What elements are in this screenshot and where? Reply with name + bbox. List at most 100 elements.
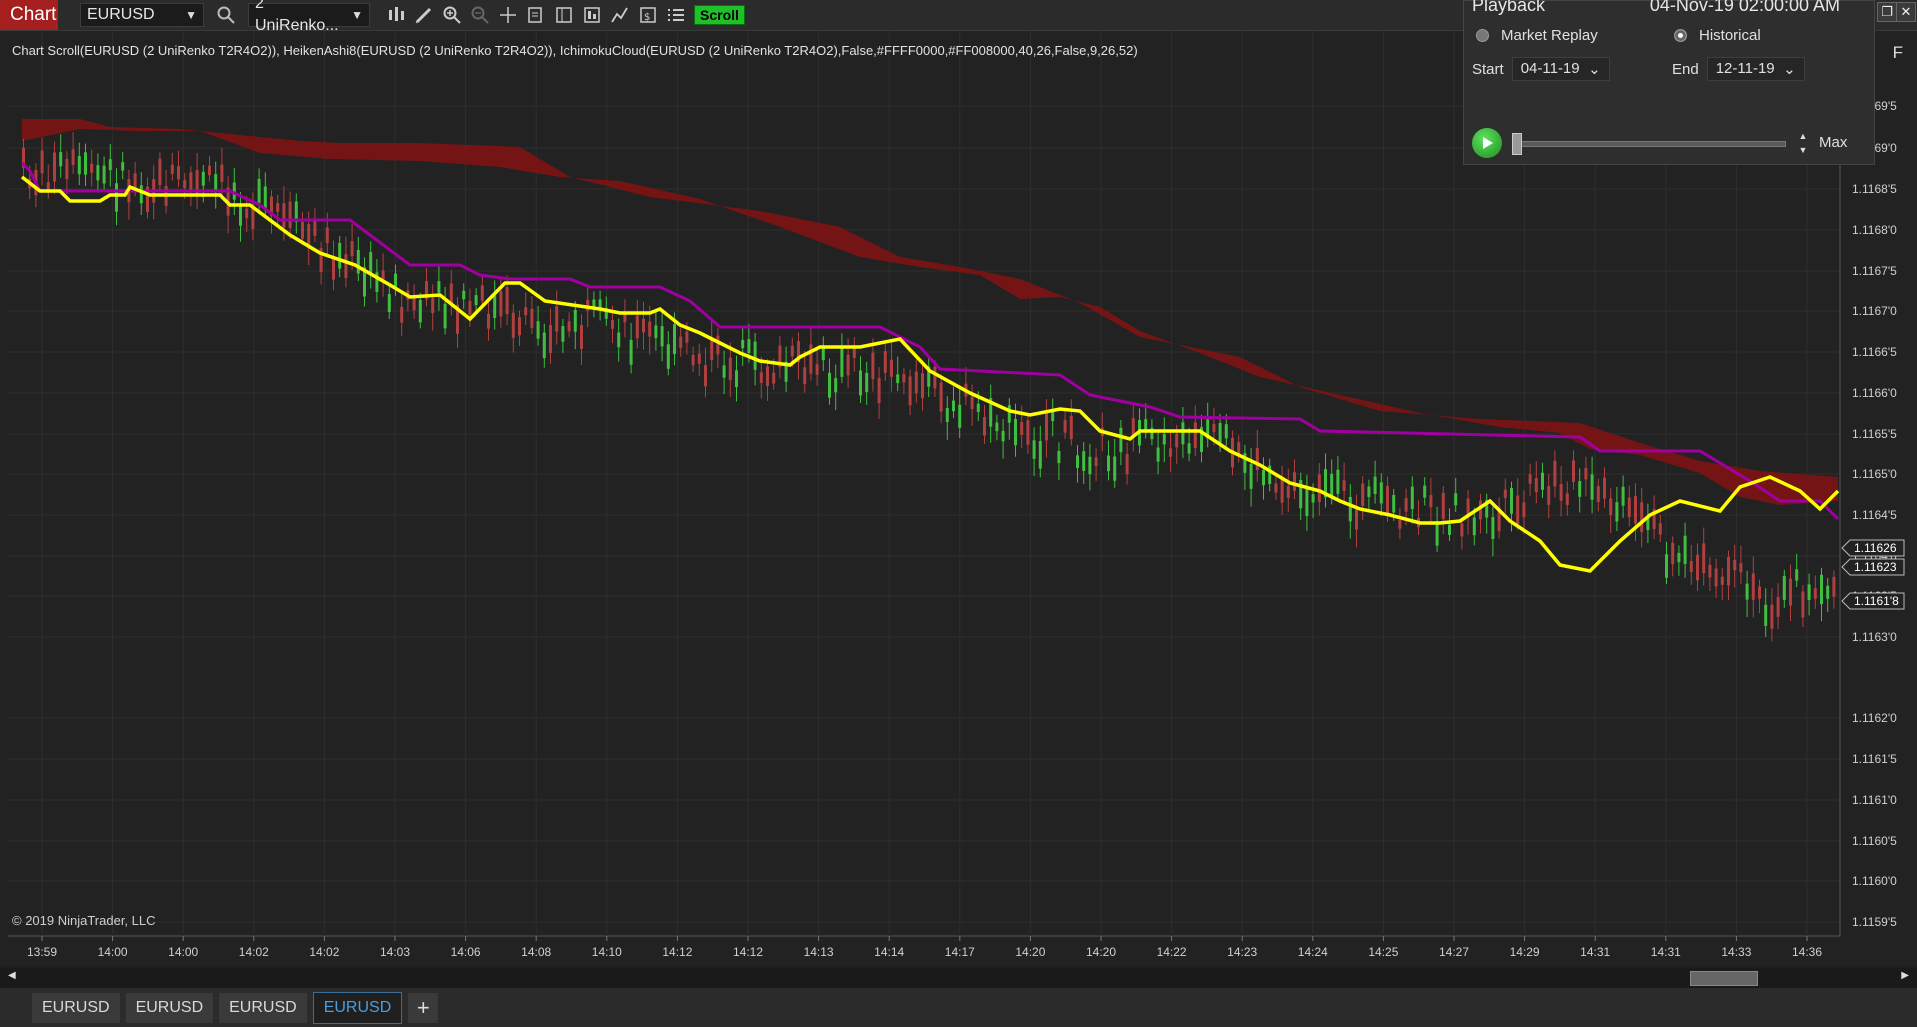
tab-eurusd-2[interactable]: EURUSD (125, 992, 214, 1023)
close-window-icon[interactable]: ✕ (1896, 2, 1916, 22)
candle-body-down (1572, 460, 1575, 482)
candle-body-up (84, 152, 87, 175)
candle-body-down (1720, 576, 1724, 585)
properties-icon[interactable] (526, 5, 546, 25)
start-date-field: Start 04-11-19 ⌄ (1472, 57, 1610, 81)
scroll-thumb[interactable] (1690, 971, 1758, 986)
candle-body-down (1175, 433, 1179, 448)
candle-body-down (518, 317, 521, 336)
market-replay-radio[interactable]: Market Replay (1476, 27, 1598, 44)
candle-body-up (257, 178, 261, 203)
chart-window-label: Chart (0, 0, 58, 30)
candle-body-down (685, 331, 689, 343)
candle-body-down (1702, 543, 1706, 574)
scroll-right-icon[interactable]: ▶ (1901, 970, 1909, 981)
end-date-value: 12-11-19 (1715, 60, 1775, 77)
chevron-up-icon[interactable]: ▲ (1797, 129, 1809, 143)
add-tab-button[interactable]: + (408, 992, 439, 1023)
candle-body-down (1274, 483, 1278, 493)
historical-radio[interactable]: Historical (1674, 27, 1761, 44)
candle-body-up (77, 155, 81, 175)
zoom-in-icon[interactable] (442, 5, 462, 25)
search-icon[interactable] (216, 5, 236, 25)
restore-window-icon[interactable]: ❐ (1877, 2, 1897, 22)
drawing-tools-icon[interactable] (414, 5, 434, 25)
chevron-down-icon[interactable]: ▼ (1797, 143, 1809, 157)
templates-icon[interactable]: $ (638, 5, 658, 25)
chart-panel[interactable]: 1.1169'51.1169'01.1168'51.1168'01.1167'5… (0, 31, 1917, 966)
candle-body-down (1813, 588, 1817, 599)
candle-body-down (1404, 498, 1408, 512)
candle-body-down (1801, 591, 1805, 618)
candle-body-down (1528, 474, 1532, 484)
playback-speed-thumb[interactable] (1512, 133, 1522, 155)
data-series-icon[interactable] (554, 5, 574, 25)
candle-body-up (1392, 494, 1396, 513)
play-button[interactable] (1472, 128, 1502, 158)
candle-body-down (1293, 472, 1296, 491)
candle-body-down (1658, 523, 1662, 535)
scroll-button[interactable]: Scroll (694, 5, 745, 25)
candle-body-down (1584, 467, 1588, 480)
price-tag-label: 1.1161'8 (1854, 594, 1899, 608)
candle-body-down (580, 325, 583, 349)
price-tick-label: 1.1166'0 (1852, 386, 1897, 400)
candle-body-down (1640, 502, 1644, 533)
candle-body-up (1107, 455, 1110, 472)
candle-body-down (1131, 418, 1135, 436)
candle-body-down (1361, 483, 1365, 506)
speed-spinner[interactable]: ▲ ▼ (1797, 129, 1809, 157)
candle-body-down (1733, 559, 1737, 571)
horizontal-scrollbar[interactable]: ◀ ▶ (0, 968, 1917, 988)
candle-body-up (59, 152, 63, 167)
tab-eurusd-4[interactable]: EURUSD (312, 991, 403, 1024)
candle-body-down (1559, 484, 1563, 501)
chart-style-icon[interactable] (386, 5, 406, 25)
chevron-down-icon: ⌄ (1588, 61, 1601, 78)
tab-eurusd-1[interactable]: EURUSD (32, 992, 120, 1023)
candle-body-down (1789, 578, 1792, 606)
bar-type-selector[interactable]: 2 UniRenko... ▼ (248, 0, 370, 34)
price-tick-label: 1.1166'5 (1852, 345, 1897, 359)
indicators-icon[interactable] (610, 5, 630, 25)
time-tick-label: 14:00 (168, 945, 198, 959)
candle-body-down (803, 367, 807, 385)
candle-body-up (1448, 524, 1451, 535)
candle-body-up (1119, 427, 1123, 453)
price-tick-label: 1.1164'5 (1852, 508, 1897, 522)
time-tick-label: 14:25 (1368, 945, 1398, 959)
start-date-value: 04-11-19 (1520, 60, 1580, 77)
price-tick-label: 1.1168'0 (1852, 223, 1897, 237)
tab-eurusd-3[interactable]: EURUSD (219, 992, 307, 1023)
candle-body-up (660, 326, 664, 347)
time-tick-label: 14:36 (1792, 945, 1822, 959)
candle-body-down (635, 315, 639, 339)
candle-body-up (1113, 456, 1117, 481)
strategies-icon[interactable] (582, 5, 602, 25)
candle-body-down (1689, 561, 1693, 572)
candle-body-up (945, 408, 949, 423)
candle-body-up (1379, 482, 1383, 504)
list-icon[interactable] (666, 5, 686, 25)
instrument-selector[interactable]: EURUSD ▼ (80, 3, 204, 27)
candle-body-down (846, 354, 850, 376)
crosshair-icon[interactable] (498, 5, 518, 25)
candle-body-up (1311, 494, 1315, 503)
candle-body-up (1472, 517, 1476, 536)
zoom-out-icon[interactable] (470, 5, 490, 25)
start-date-select[interactable]: 04-11-19 ⌄ (1511, 57, 1610, 81)
candle-body-up (239, 205, 242, 226)
scroll-left-icon[interactable]: ◀ (8, 970, 16, 981)
candle-body-up (115, 183, 118, 212)
candle-body-down (549, 324, 552, 353)
candle-body-down (1255, 447, 1259, 471)
candle-body-up (1677, 552, 1681, 563)
time-tick-label: 14:31 (1651, 945, 1681, 959)
playback-speed-track[interactable] (1514, 141, 1786, 147)
price-chart[interactable]: 1.1169'51.1169'01.1168'51.1168'01.1167'5… (0, 31, 1917, 966)
candle-body-up (1162, 434, 1166, 445)
candle-body-up (1820, 574, 1823, 605)
candle-body-down (1770, 604, 1774, 629)
candle-body-up (834, 378, 838, 393)
end-date-select[interactable]: 12-11-19 ⌄ (1706, 57, 1805, 81)
